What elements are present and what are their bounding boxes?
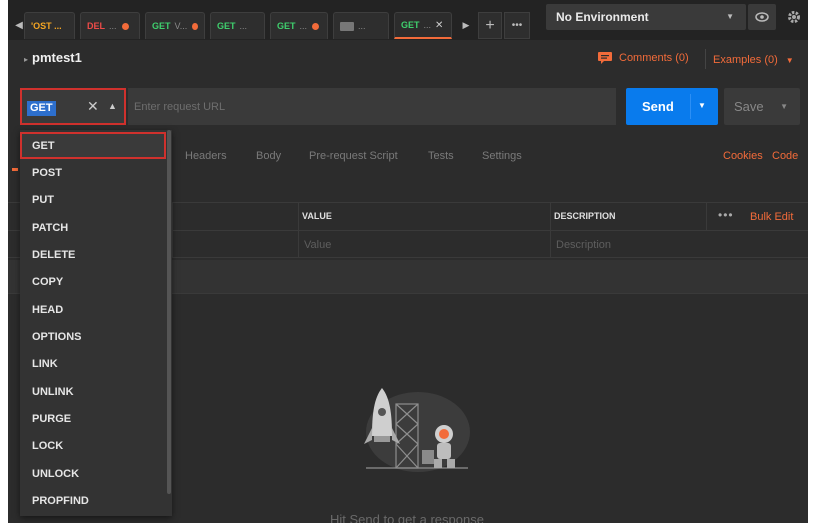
tab-delete[interactable]: DEL ... xyxy=(80,12,140,39)
method-option-unlock[interactable]: UNLOCK xyxy=(20,460,166,487)
tab-get-2[interactable]: GET ... xyxy=(210,12,265,39)
request-name[interactable]: ▸ pmtest1 xyxy=(24,50,82,65)
tab-options-dots-icon[interactable]: ••• xyxy=(504,12,530,39)
tab-title: ... xyxy=(239,21,248,31)
method-option-head[interactable]: HEAD xyxy=(20,296,166,323)
tab-method-get: GET xyxy=(401,20,420,30)
request-tab-bar: ◀ 'OST ... DEL ... GET V... GET ... GET … xyxy=(8,0,808,40)
websocket-icon xyxy=(340,21,354,31)
method-selected-value: GET xyxy=(27,101,56,116)
tab-tests[interactable]: Tests xyxy=(428,150,454,162)
settings-button[interactable] xyxy=(780,4,808,30)
comment-icon xyxy=(598,52,612,64)
tab-post[interactable]: 'OST ... xyxy=(24,12,75,39)
tab-get-active[interactable]: GET ... ✕ xyxy=(394,12,452,39)
gear-icon xyxy=(788,11,800,23)
method-option-put[interactable]: PUT xyxy=(20,186,166,213)
method-option-delete[interactable]: DELETE xyxy=(20,241,166,268)
chevron-down-icon[interactable]: ▼ xyxy=(698,101,706,110)
tab-settings[interactable]: Settings xyxy=(482,150,522,162)
environment-label: No Environment xyxy=(556,10,649,24)
tab-headers[interactable]: Headers xyxy=(185,150,227,162)
tab-websocket[interactable]: ... xyxy=(333,12,389,39)
examples-dropdown[interactable]: Examples (0) ▼ xyxy=(713,54,794,66)
method-option-patch[interactable]: PATCH xyxy=(20,214,166,241)
divider xyxy=(550,202,551,258)
comments-button[interactable]: Comments (0) xyxy=(598,52,689,64)
tab-scroll-left-icon[interactable]: ◀ xyxy=(14,12,24,39)
bulk-edit-link[interactable]: Bulk Edit xyxy=(750,211,793,223)
comments-label: Comments (0) xyxy=(619,52,689,64)
divider xyxy=(705,49,706,69)
method-option-propfind[interactable]: PROPFIND xyxy=(20,487,166,514)
tab-scroll-right-icon[interactable]: ▶ xyxy=(457,12,475,39)
tab-title: ... xyxy=(358,21,366,31)
dropdown-scrollbar[interactable] xyxy=(167,130,171,494)
divider xyxy=(298,202,299,258)
method-selector[interactable]: GET ✕ ▲ xyxy=(20,88,126,125)
chevron-right-icon: ▸ xyxy=(24,55,29,64)
tab-title: V... xyxy=(174,21,188,31)
active-tab-indicator xyxy=(12,168,18,171)
response-empty-hint: Hit Send to get a response xyxy=(330,512,484,523)
method-option-link[interactable]: LINK xyxy=(20,350,166,377)
code-link[interactable]: Code xyxy=(772,150,798,162)
value-cell-input[interactable]: Value xyxy=(304,239,331,251)
method-option-purge[interactable]: PURGE xyxy=(20,405,166,432)
tab-pre-request-script[interactable]: Pre-request Script xyxy=(309,150,398,162)
examples-label: Examples (0) xyxy=(713,54,778,66)
unsaved-dot-icon xyxy=(312,22,320,30)
method-option-lock[interactable]: LOCK xyxy=(20,432,166,459)
close-tab-icon[interactable]: ✕ xyxy=(435,20,443,31)
close-icon[interactable]: ✕ xyxy=(87,98,99,115)
method-option-options[interactable]: OPTIONS xyxy=(20,323,166,350)
save-label: Save xyxy=(734,99,764,114)
postman-window: ◀ 'OST ... DEL ... GET V... GET ... GET … xyxy=(8,0,808,523)
save-button[interactable]: Save ▼ xyxy=(724,88,800,125)
chevron-up-icon[interactable]: ▲ xyxy=(108,101,117,111)
tab-title: ... xyxy=(299,21,308,31)
tab-method-get: GET xyxy=(277,21,296,31)
tab-method-get: GET xyxy=(217,21,236,31)
chevron-down-icon: ▼ xyxy=(726,12,734,21)
tab-method-post: 'OST ... xyxy=(31,21,62,31)
rocket-astronaut-illustration xyxy=(364,388,470,472)
method-option-get[interactable]: GET xyxy=(20,132,166,159)
send-label: Send xyxy=(642,99,674,114)
divider xyxy=(706,202,707,230)
tab-method-get: GET xyxy=(152,21,171,31)
method-dropdown-menu: GET POST PUT PATCH DELETE COPY HEAD OPTI… xyxy=(20,130,172,516)
column-header-description: DESCRIPTION xyxy=(554,211,616,221)
request-name-text: pmtest1 xyxy=(32,50,82,65)
description-cell-input[interactable]: Description xyxy=(556,239,611,251)
table-options-dots-icon[interactable]: ••• xyxy=(718,208,734,222)
unsaved-dot-icon xyxy=(121,22,129,30)
eye-icon xyxy=(755,12,769,22)
method-option-copy[interactable]: COPY xyxy=(20,268,166,295)
request-name-bar: ▸ pmtest1 Comments (0) Examples (0) ▼ xyxy=(8,42,808,74)
tab-method-del: DEL xyxy=(87,21,105,31)
environment-selector[interactable]: No Environment ▼ xyxy=(546,4,746,30)
tab-get-3[interactable]: GET ... xyxy=(270,12,328,39)
send-button[interactable]: Send ▼ xyxy=(626,88,718,125)
method-option-unlink[interactable]: UNLINK xyxy=(20,378,166,405)
request-url-input[interactable] xyxy=(128,88,616,125)
column-header-value: VALUE xyxy=(302,211,332,221)
cookies-link[interactable]: Cookies xyxy=(723,150,763,162)
method-option-post[interactable]: POST xyxy=(20,159,166,186)
tab-title: ... xyxy=(109,21,117,31)
unsaved-dot-icon xyxy=(192,22,198,30)
tab-body[interactable]: Body xyxy=(256,150,281,162)
tab-get-v[interactable]: GET V... xyxy=(145,12,205,39)
new-tab-plus-icon[interactable]: + xyxy=(478,12,502,39)
chevron-down-icon: ▼ xyxy=(785,56,794,65)
divider xyxy=(172,202,173,258)
divider xyxy=(690,94,691,119)
tab-title: ... xyxy=(423,20,432,30)
chevron-down-icon[interactable]: ▼ xyxy=(780,102,788,111)
environment-quick-look-button[interactable] xyxy=(748,4,776,30)
